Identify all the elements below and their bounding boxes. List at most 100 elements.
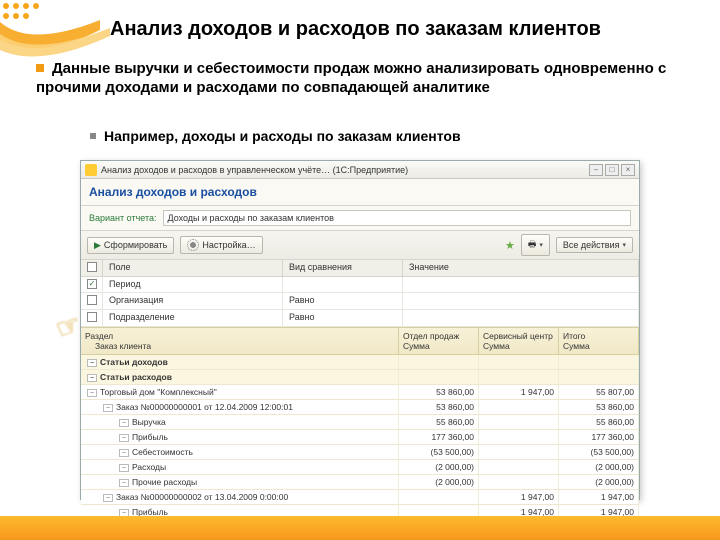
report-cell-v2: 1 947,00 [479,490,559,504]
report-row: −Заказ №00000000001 от 12.04.2009 12:00:… [81,400,639,415]
tree-toggle-icon[interactable]: − [119,434,129,442]
toolbar: ▶ Сформировать Настройка… ★ 🖶▾ Все дейст… [81,231,639,260]
report-cell-label: −Статьи доходов [81,355,399,369]
report-cell-v3 [559,370,639,384]
report-title: Анализ доходов и расходов [81,179,639,206]
tree-toggle-icon[interactable]: − [119,479,129,487]
report-cell-v2 [479,415,559,429]
slide-title: Анализ доходов и расходов по заказам кли… [110,18,700,41]
report-cell-v3: 177 360,00 [559,430,639,444]
tree-toggle-icon[interactable]: − [87,359,97,367]
report-header-col1: Отдел продаж Сумма [399,328,479,354]
filter-header-value: Значение [403,260,639,276]
report-cell-v1 [399,355,479,369]
filter-row: ПодразделениеРавно [81,310,639,327]
report-row: −Статьи доходов [81,355,639,370]
filter-checkbox[interactable] [87,279,97,289]
filter-compare[interactable] [283,277,403,292]
report-cell-v3 [559,355,639,369]
report-cell-v1: 53 860,00 [399,400,479,414]
report-cell-v1 [399,370,479,384]
gear-icon [187,239,199,251]
bullet-level2-text: Например, доходы и расходы по заказам кл… [104,128,461,144]
report-cell-v2 [479,400,559,414]
filter-compare[interactable]: Равно [283,293,403,309]
report-grid: Раздел Заказ клиента Отдел продаж Сумма … [81,327,639,540]
settings-button[interactable]: Настройка… [180,236,262,254]
report-cell-v2 [479,430,559,444]
tree-toggle-icon[interactable]: − [103,404,113,412]
report-row: −Расходы(2 000,00)(2 000,00) [81,460,639,475]
report-row: −Прочие расходы(2 000,00)(2 000,00) [81,475,639,490]
filter-checkbox[interactable] [87,295,97,305]
report-cell-label: −Прибыль [81,430,399,444]
report-cell-v1: (2 000,00) [399,475,479,489]
tree-toggle-icon[interactable]: − [119,449,129,457]
report-cell-v3: 1 947,00 [559,490,639,504]
all-actions-label: Все действия [563,240,620,250]
filter-value[interactable] [403,310,639,326]
report-cell-v2 [479,370,559,384]
tree-toggle-icon[interactable]: − [87,389,97,397]
report-cell-v1: (53 500,00) [399,445,479,459]
report-cell-v1 [399,490,479,504]
all-actions-button[interactable]: Все действия▾ [556,237,633,253]
report-cell-v3: (53 500,00) [559,445,639,459]
print-dropdown[interactable]: 🖶▾ [521,234,550,256]
report-cell-v1: 177 360,00 [399,430,479,444]
form-button-label: Сформировать [104,240,167,250]
report-cell-label: −Заказ №00000000002 от 13.04.2009 0:00:0… [81,490,399,504]
report-row: −Выручка55 860,0055 860,00 [81,415,639,430]
filter-field[interactable]: Организация [103,293,283,309]
report-row: −Заказ №00000000002 от 13.04.2009 0:00:0… [81,490,639,505]
filter-field[interactable]: Подразделение [103,310,283,326]
report-cell-label: −Выручка [81,415,399,429]
tree-toggle-icon[interactable]: − [87,374,97,382]
maximize-button[interactable]: □ [605,164,619,176]
form-button[interactable]: ▶ Сформировать [87,237,174,254]
report-cell-v3: 53 860,00 [559,400,639,414]
app-window: Анализ доходов и расходов в управленческ… [80,160,640,500]
filter-header: Поле Вид сравнения Значение [81,260,639,277]
close-button[interactable]: × [621,164,635,176]
filter-panel: Поле Вид сравнения Значение ПериодОргани… [81,260,639,327]
report-row: −Торговый дом "Комплексный"53 860,001 94… [81,385,639,400]
report-header-main: Раздел Заказ клиента [81,328,399,354]
bullet-square-icon [36,64,44,72]
favorite-icon[interactable]: ★ [505,239,515,252]
filter-compare[interactable]: Равно [283,310,403,326]
report-cell-label: −Торговый дом "Комплексный" [81,385,399,399]
report-cell-v3: (2 000,00) [559,475,639,489]
tree-toggle-icon[interactable]: − [103,494,113,502]
settings-button-label: Настройка… [202,240,255,250]
minimize-button[interactable]: – [589,164,603,176]
report-cell-label: −Прочие расходы [81,475,399,489]
play-icon: ▶ [94,240,101,251]
slide-root: Анализ доходов и расходов по заказам кли… [0,0,720,540]
printer-icon: 🖶 [528,237,537,253]
variant-value[interactable]: Доходы и расходы по заказам клиентов [163,210,632,226]
filter-value[interactable] [403,277,639,292]
slide-footer-bar [0,516,720,540]
filter-row: ОрганизацияРавно [81,293,639,310]
report-cell-label: −Заказ №00000000001 от 12.04.2009 12:00:… [81,400,399,414]
report-cell-v1: 55 860,00 [399,415,479,429]
report-header: Раздел Заказ клиента Отдел продаж Сумма … [81,327,639,355]
filter-header-compare: Вид сравнения [283,260,403,276]
filter-checkbox[interactable] [87,312,97,322]
window-title: Анализ доходов и расходов в управленческ… [101,165,408,175]
tree-toggle-icon[interactable]: − [119,464,129,472]
filter-value[interactable] [403,293,639,309]
bullet-square-small-icon [90,133,96,139]
report-row: −Прибыль177 360,00177 360,00 [81,430,639,445]
tree-toggle-icon[interactable]: − [119,419,129,427]
report-cell-label: −Статьи расходов [81,370,399,384]
report-cell-label: −Себестоимость [81,445,399,459]
report-cell-v3: 55 807,00 [559,385,639,399]
report-cell-v2 [479,460,559,474]
filter-field[interactable]: Период [103,277,283,292]
report-header-col3: Итого Сумма [559,328,639,354]
report-row: −Себестоимость(53 500,00)(53 500,00) [81,445,639,460]
report-header-col2: Сервисный центр Сумма [479,328,559,354]
filter-header-checkbox[interactable] [87,262,97,272]
